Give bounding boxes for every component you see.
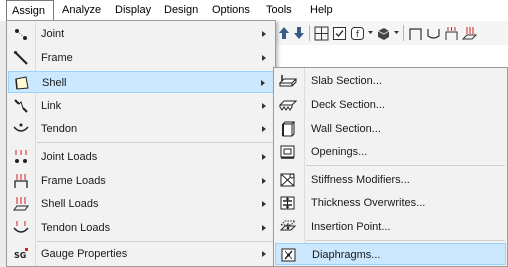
menu-help[interactable]: Help xyxy=(310,0,333,21)
menu-separator xyxy=(306,165,505,166)
checkbox-icon[interactable] xyxy=(331,24,347,42)
menu-display[interactable]: Display xyxy=(115,0,151,21)
menu-item-openings[interactable]: Openings... xyxy=(275,141,506,163)
wall-section-icon xyxy=(279,120,297,138)
toolbar-separator xyxy=(403,25,404,41)
menu-item-label: Joint Loads xyxy=(41,151,98,163)
menu-item-joint[interactable]: Joint xyxy=(8,23,274,45)
menu-item-diaphragms[interactable]: Diaphragms... xyxy=(275,243,506,265)
menu-item-label: Link xyxy=(41,100,62,112)
submenu-arrow-icon xyxy=(262,31,266,37)
object-icon[interactable] xyxy=(375,24,391,42)
menu-design[interactable]: Design xyxy=(164,0,198,21)
frame-loads-toolbar-icon[interactable] xyxy=(443,24,459,42)
insertion-point-icon xyxy=(279,218,297,236)
joint-loads-icon xyxy=(12,148,30,166)
grid-icon[interactable] xyxy=(313,24,329,42)
menu-item-wall-section[interactable]: Wall Section... xyxy=(275,118,506,140)
toolbar-separator xyxy=(309,25,310,41)
menu-analyze[interactable]: Analyze xyxy=(62,0,101,21)
menu-item-label: Frame xyxy=(41,52,73,64)
menu-item-label: Diaphragms... xyxy=(312,249,381,261)
menu-item-label: Slab Section... xyxy=(311,75,382,87)
diaphragms-icon xyxy=(280,246,298,264)
menu-item-insertion-point[interactable]: Insertion Point... xyxy=(275,216,506,238)
deck-section-icon xyxy=(279,96,297,114)
deflection-icon[interactable] xyxy=(425,24,441,42)
gauge-properties-icon: SG xyxy=(12,245,30,263)
frame-loads-icon xyxy=(12,172,30,190)
menu-item-joint-loads[interactable]: Joint Loads xyxy=(8,146,274,168)
slab-section-icon xyxy=(279,72,297,90)
joint-icon xyxy=(12,25,30,43)
function-icon[interactable]: f xyxy=(349,24,365,42)
menu-item-label: Openings... xyxy=(311,146,368,158)
menu-item-label: Tendon xyxy=(41,123,78,135)
menu-options[interactable]: Options xyxy=(212,0,250,21)
menu-item-label: Thickness Overwrites... xyxy=(311,197,426,209)
submenu-arrow-icon xyxy=(262,126,266,132)
menu-item-label: Wall Section... xyxy=(311,123,381,135)
menu-item-slab-section[interactable]: Slab Section... xyxy=(275,70,506,92)
stiffness-modifiers-icon xyxy=(279,171,297,189)
menu-item-label: Tendon Loads xyxy=(41,222,111,234)
menu-item-label: Deck Section... xyxy=(311,99,385,111)
dropdown-arrow-icon[interactable] xyxy=(367,24,373,42)
shell-loads-icon xyxy=(12,195,30,213)
menu-item-label: Stiffness Modifiers... xyxy=(311,174,410,186)
menu-item-label: Shell Loads xyxy=(41,198,99,210)
frame-icon xyxy=(12,49,30,67)
shell-icon xyxy=(13,74,31,92)
menu-item-shell-loads[interactable]: Shell Loads xyxy=(8,193,274,215)
menu-item-frame-loads[interactable]: Frame Loads xyxy=(8,170,274,192)
menu-item-frame[interactable]: Frame xyxy=(8,47,274,69)
submenu-arrow-icon xyxy=(262,201,266,207)
menu-item-label: Gauge Properties xyxy=(41,248,128,260)
submenu-arrow-icon xyxy=(262,251,266,257)
menu-tools[interactable]: Tools xyxy=(266,0,292,21)
thickness-overwrites-icon xyxy=(279,194,297,212)
menu-separator xyxy=(306,240,505,241)
gauge-icon-text: SG xyxy=(14,251,26,260)
menu-item-deck-section[interactable]: Deck Section... xyxy=(275,94,506,116)
move-down-icon[interactable] xyxy=(292,24,306,42)
submenu-arrow-icon xyxy=(261,80,265,86)
dropdown-arrow-icon[interactable] xyxy=(393,24,399,42)
menu-item-label: Joint xyxy=(41,28,65,40)
menu-item-gauge-properties[interactable]: SG Gauge Properties xyxy=(8,243,274,265)
menu-item-tendon[interactable]: Tendon xyxy=(8,118,274,140)
menu-item-label: Shell xyxy=(42,77,67,89)
menu-item-tendon-loads[interactable]: Tendon Loads xyxy=(8,217,274,239)
submenu-arrow-icon xyxy=(262,103,266,109)
menu-item-stiffness-modifiers[interactable]: Stiffness Modifiers... xyxy=(275,169,506,191)
submenu-arrow-icon xyxy=(262,178,266,184)
menu-separator xyxy=(37,241,273,242)
frame-draw-icon[interactable] xyxy=(407,24,423,42)
link-icon xyxy=(12,97,30,115)
menu-assign[interactable]: Assign xyxy=(6,0,54,21)
menu-bar: Assign Analyze Display Design Options To… xyxy=(0,0,508,22)
menu-item-thickness-overwrites[interactable]: Thickness Overwrites... xyxy=(275,192,506,214)
move-up-icon[interactable] xyxy=(277,24,291,42)
menu-separator xyxy=(37,142,273,143)
tendon-loads-icon xyxy=(12,219,30,237)
menu-item-link[interactable]: Link xyxy=(8,95,274,117)
toolbar: f xyxy=(272,21,508,45)
openings-icon xyxy=(279,143,297,161)
submenu-arrow-icon xyxy=(262,225,266,231)
shell-loads-toolbar-icon[interactable] xyxy=(461,24,477,42)
submenu-arrow-icon xyxy=(262,154,266,160)
assign-menu: Joint Frame Shell Link Tendon Joint Load… xyxy=(6,20,276,267)
menu-item-shell[interactable]: Shell xyxy=(8,71,274,93)
submenu-arrow-icon xyxy=(262,55,266,61)
tendon-icon xyxy=(12,120,30,138)
menu-item-label: Frame Loads xyxy=(41,175,106,187)
menu-item-label: Insertion Point... xyxy=(311,221,391,233)
shell-submenu: Slab Section... Deck Section... Wall Sec… xyxy=(273,67,508,267)
